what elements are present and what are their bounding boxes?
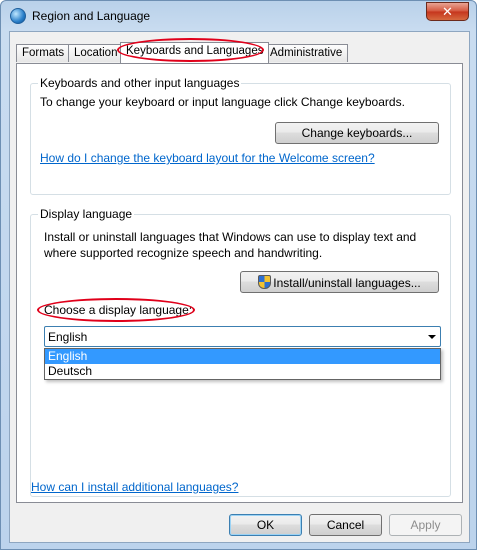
display-language-groupbox: Display language Install or uninstall la… bbox=[30, 207, 451, 497]
apply-button[interactable]: Apply bbox=[389, 514, 462, 536]
uac-shield-icon bbox=[258, 274, 272, 289]
region-language-window: Region and Language ✕ Formats Location K… bbox=[0, 0, 477, 550]
tab-panel-keyboards-and-languages: Keyboards and other input languages To c… bbox=[16, 63, 463, 503]
tab-administrative[interactable]: Administrative bbox=[264, 44, 349, 62]
dropdown-arrow-icon[interactable] bbox=[428, 335, 436, 339]
display-language-dropdown-list: English Deutsch bbox=[44, 348, 441, 380]
display-description-line2: where supported recognize speech and han… bbox=[44, 246, 323, 260]
install-button-label: Install/uninstall languages... bbox=[273, 275, 421, 290]
display-language-combobox[interactable]: English bbox=[44, 326, 441, 347]
tab-keyboards-and-languages[interactable]: Keyboards and Languages bbox=[120, 42, 270, 63]
welcome-screen-keyboard-link[interactable]: How do I change the keyboard layout for … bbox=[40, 151, 375, 165]
title-bar[interactable]: Region and Language ✕ bbox=[1, 1, 476, 31]
dialog-client-area: Formats Location Keyboards and Languages… bbox=[9, 31, 470, 543]
cancel-button[interactable]: Cancel bbox=[309, 514, 382, 536]
display-description-line1: Install or uninstall languages that Wind… bbox=[44, 230, 417, 244]
dropdown-option-deutsch[interactable]: Deutsch bbox=[45, 364, 440, 379]
keyboards-groupbox: Keyboards and other input languages To c… bbox=[30, 76, 451, 195]
dropdown-option-english[interactable]: English bbox=[45, 349, 440, 364]
tab-formats[interactable]: Formats bbox=[16, 44, 71, 62]
display-language-group-title: Display language bbox=[38, 207, 135, 221]
close-button[interactable]: ✕ bbox=[426, 2, 469, 21]
tab-location[interactable]: Location bbox=[68, 44, 124, 62]
globe-icon bbox=[10, 8, 26, 24]
window-title: Region and Language bbox=[32, 9, 151, 23]
keyboards-description: To change your keyboard or input languag… bbox=[40, 95, 405, 109]
install-uninstall-languages-button[interactable]: Install/uninstall languages... bbox=[240, 271, 439, 293]
combobox-selected-value: English bbox=[48, 330, 88, 344]
change-keyboards-button[interactable]: Change keyboards... bbox=[275, 122, 439, 144]
choose-display-language-label: Choose a display language: bbox=[44, 303, 193, 317]
keyboards-group-title: Keyboards and other input languages bbox=[38, 76, 242, 90]
install-additional-languages-link[interactable]: How can I install additional languages? bbox=[31, 480, 238, 494]
ok-button[interactable]: OK bbox=[229, 514, 302, 536]
